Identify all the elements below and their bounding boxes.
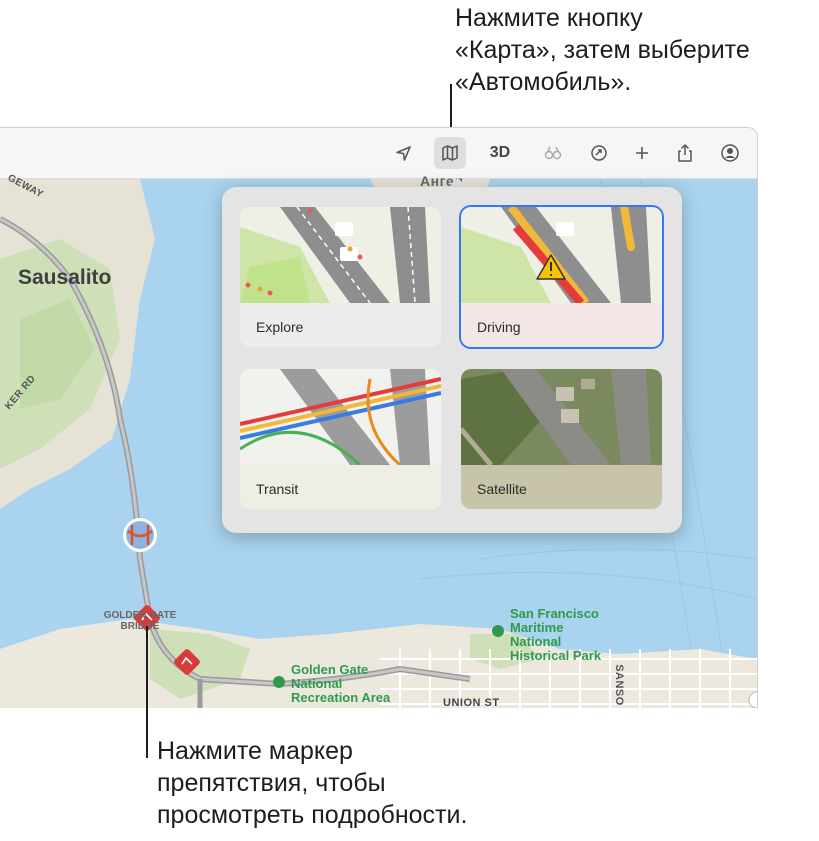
callout-pointer-bottom — [146, 626, 148, 758]
map-mode-satellite[interactable]: Satellite — [461, 369, 662, 509]
callout-line-2: препятствия, чтобы — [157, 769, 386, 797]
map-label-golden-gate-bridge: GOLDEN GATE BRIDGE — [103, 610, 177, 632]
toolbar: 3D — [0, 128, 757, 179]
rotate-icon[interactable] — [583, 137, 615, 169]
map-label-union-st: UNION ST — [443, 697, 500, 708]
look-around-icon[interactable] — [537, 137, 569, 169]
callout-line-2: «Карта», затем выберите — [455, 36, 750, 64]
map-label-gg-recreation: Golden Gate National Recreation Area — [291, 662, 391, 705]
map-mode-explore-label: Explore — [256, 319, 304, 335]
map-mode-icon[interactable] — [434, 137, 466, 169]
map-mode-driving-label: Driving — [477, 319, 521, 335]
map-label-sf-maritime: San Francisco Maritime National Historic… — [510, 606, 602, 663]
map-label-sausalito: Sausalito — [18, 266, 112, 289]
map-mode-driving[interactable]: Driving — [461, 207, 662, 347]
location-arrow-icon[interactable] — [388, 137, 420, 169]
callout-line-3: просмотреть подробности. — [157, 801, 468, 829]
account-icon[interactable] — [714, 137, 746, 169]
map-label-sansome: SANSO — [612, 664, 625, 706]
3d-label: 3D — [489, 144, 511, 161]
add-icon[interactable] — [626, 137, 658, 169]
map-mode-satellite-label: Satellite — [477, 481, 527, 497]
map-mode-explore[interactable]: Explore — [240, 207, 441, 347]
callout-map-button: Нажмите кнопку «Карта», затем выберите «… — [455, 2, 819, 98]
map-mode-transit[interactable]: Transit — [240, 369, 441, 509]
callout-line-3: «Автомобиль». — [455, 68, 632, 96]
callout-line-1: Нажмите маркер — [157, 737, 353, 765]
3d-button[interactable]: 3D — [482, 137, 518, 169]
share-icon[interactable] — [669, 137, 701, 169]
map-mode-transit-label: Transit — [256, 481, 299, 497]
callout-incident-marker: Нажмите маркер препятствия, чтобы просмо… — [157, 735, 597, 831]
callout-line-1: Нажмите кнопку — [455, 4, 643, 32]
map-mode-popover: Explore Driving Transit Satellite — [222, 187, 682, 533]
